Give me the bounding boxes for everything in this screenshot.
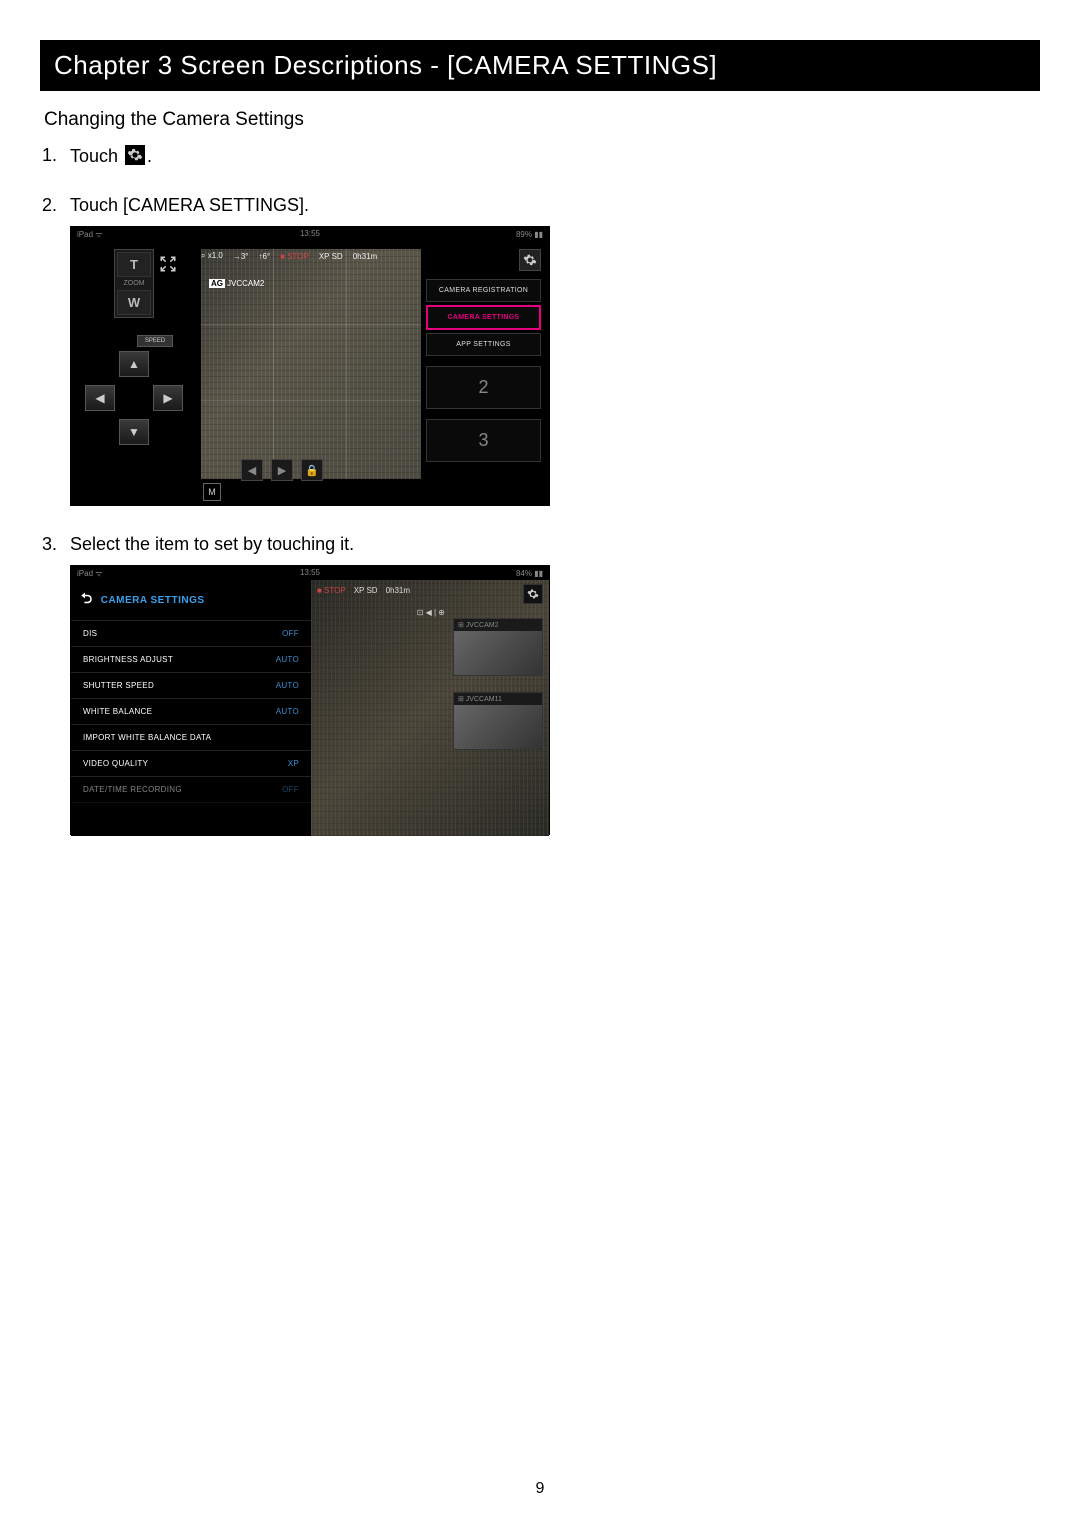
step-1-tail: . — [147, 146, 152, 166]
status-battery: 89% ▮▮ — [516, 230, 543, 239]
camera-name: JVCCAM2 — [227, 279, 264, 288]
info-stop-2: ■ STOP — [317, 586, 346, 595]
pan-down-button[interactable]: ▼ — [119, 419, 149, 445]
thumb-image — [454, 705, 542, 749]
setting-value: AUTO — [276, 655, 299, 664]
setting-label: VIDEO QUALITY — [83, 759, 148, 768]
gear-button[interactable] — [519, 249, 541, 271]
camera-tag: AG — [209, 279, 225, 288]
preview-info-bar: ■ STOP XP SD 0h31m — [317, 586, 410, 595]
lock-button[interactable]: 🔒 — [301, 459, 323, 481]
camera-thumb-1[interactable]: ⊞ JVCCAM2 — [453, 618, 543, 676]
gear-button-2[interactable] — [523, 584, 543, 604]
setting-brightness[interactable]: BRIGHTNESS ADJUST AUTO — [71, 647, 311, 673]
menu-app-settings[interactable]: APP SETTINGS — [426, 333, 541, 356]
step-2-text: Touch [CAMERA SETTINGS]. — [70, 195, 309, 215]
camera-info-bar: ⌕ x1.0 →3° ↑6° ■ STOP XP SD 0h31m — [201, 251, 377, 261]
setting-dis[interactable]: DIS OFF — [71, 621, 311, 647]
info-format: XP SD — [319, 252, 343, 261]
status-battery-2: 84% ▮▮ — [516, 569, 543, 578]
next-button[interactable]: ▶ — [271, 459, 293, 481]
setting-shutter[interactable]: SHUTTER SPEED AUTO — [71, 673, 311, 699]
status-time: 13:55 — [300, 229, 320, 238]
setting-value: AUTO — [276, 707, 299, 716]
speed-button[interactable]: SPEED — [137, 335, 173, 347]
status-left: iPad ᯤ — [77, 229, 103, 240]
screenshot-settings-list: iPad ᯤ 13:55 84% ▮▮ ⮌ CAMERA SETTINGS DI… — [70, 565, 550, 835]
pan-right-button[interactable]: ▶ — [153, 385, 183, 411]
zoom-label: ZOOM — [115, 279, 153, 288]
setting-white-balance[interactable]: WHITE BALANCE AUTO — [71, 699, 311, 725]
status-time-2: 13:55 — [300, 568, 320, 577]
setting-label: DATE/TIME RECORDING — [83, 785, 182, 794]
step-2: Touch [CAMERA SETTINGS]. iPad ᯤ 13:55 89… — [70, 195, 1040, 506]
chapter-header: Chapter 3 Screen Descriptions - [CAMERA … — [40, 40, 1040, 91]
status-left-2: iPad ᯤ — [77, 568, 103, 579]
screenshot-camera-settings-menu: iPad ᯤ 13:55 89% ▮▮ T ZOOM W SPEED — [70, 226, 550, 506]
setting-import-wb[interactable]: IMPORT WHITE BALANCE DATA — [71, 725, 311, 751]
page-number: 9 — [536, 1480, 545, 1498]
step-1-text: Touch — [70, 146, 123, 166]
camera-name-overlay: AGJVCCAM2 — [209, 279, 264, 288]
settings-list: DIS OFF BRIGHTNESS ADJUST AUTO SHUTTER S… — [71, 621, 311, 803]
settings-header: ⮌ CAMERA SETTINGS — [71, 580, 311, 621]
thumb-label: ⊞ JVCCAM11 — [454, 693, 542, 705]
setting-label: SHUTTER SPEED — [83, 681, 154, 690]
step-3-text: Select the item to set by touching it. — [70, 534, 354, 554]
section-title: Changing the Camera Settings — [44, 109, 1040, 131]
setting-datetime[interactable]: DATE/TIME RECORDING OFF — [71, 777, 311, 803]
step-1: Touch . — [70, 145, 1040, 167]
setting-value: OFF — [282, 785, 299, 794]
info-format-2: XP SD — [354, 586, 378, 595]
preview-mini-controls[interactable]: ⊡ ◀ | ⊕ — [417, 608, 445, 617]
camera-thumb-2[interactable]: ⊞ JVCCAM11 — [453, 692, 543, 750]
preset-slot-3[interactable]: 3 — [426, 419, 541, 462]
playback-controls: ◀ ▶ 🔒 — [241, 459, 323, 481]
setting-value: OFF — [282, 629, 299, 638]
zoom-tele-button[interactable]: T — [117, 252, 151, 277]
info-pan: →3° — [233, 252, 249, 261]
info-time-2: 0h31m — [386, 586, 410, 595]
step-3: Select the item to set by touching it. i… — [70, 534, 1040, 835]
setting-video-quality[interactable]: VIDEO QUALITY XP — [71, 751, 311, 777]
back-icon[interactable]: ⮌ — [81, 588, 93, 612]
menu-camera-registration[interactable]: CAMERA REGISTRATION — [426, 279, 541, 302]
dpad: ▲ ◀ ▶ ▼ — [79, 351, 189, 451]
menu-camera-settings[interactable]: CAMERA SETTINGS — [426, 305, 541, 330]
setting-label: IMPORT WHITE BALANCE DATA — [83, 733, 211, 742]
setting-label: DIS — [83, 629, 97, 638]
prev-button[interactable]: ◀ — [241, 459, 263, 481]
thumb-label: ⊞ JVCCAM2 — [454, 619, 542, 631]
setting-value: XP — [288, 759, 299, 768]
gear-icon — [125, 145, 145, 165]
info-zoom: ⌕ x1.0 — [201, 251, 223, 261]
pan-up-button[interactable]: ▲ — [119, 351, 149, 377]
focus-expand-icon[interactable] — [159, 255, 177, 273]
setting-value: AUTO — [276, 681, 299, 690]
preset-slot-2[interactable]: 2 — [426, 366, 541, 409]
info-stop: ■ STOP — [280, 252, 309, 261]
zoom-wide-button[interactable]: W — [117, 290, 151, 315]
mode-icon[interactable]: M — [203, 483, 221, 501]
setting-label: BRIGHTNESS ADJUST — [83, 655, 173, 664]
info-tilt: ↑6° — [258, 252, 270, 261]
pan-left-button[interactable]: ◀ — [85, 385, 115, 411]
setting-label: WHITE BALANCE — [83, 707, 152, 716]
thumb-image — [454, 631, 542, 675]
settings-header-title: CAMERA SETTINGS — [101, 595, 205, 606]
info-time: 0h31m — [353, 252, 377, 261]
